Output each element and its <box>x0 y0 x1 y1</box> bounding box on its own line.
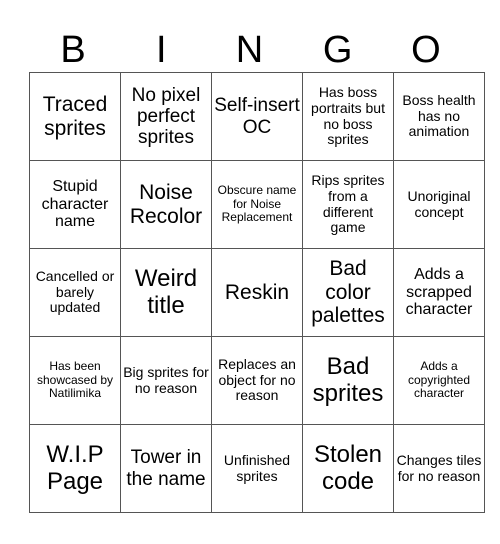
bingo-cell[interactable]: Bad sprites <box>302 336 394 425</box>
bingo-cell[interactable]: Stolen code <box>302 424 394 513</box>
bingo-cell[interactable]: Weird title <box>120 248 212 337</box>
bingo-cell[interactable]: Unoriginal concept <box>393 160 485 249</box>
bingo-header: B I N G O <box>29 28 470 72</box>
header-letter-n: N <box>235 29 264 71</box>
grid-row: Traced sprites No pixel perfect sprites … <box>29 72 485 161</box>
bingo-grid: Traced sprites No pixel perfect sprites … <box>29 72 485 513</box>
bingo-cell[interactable]: Obscure name for Noise Replacement <box>211 160 303 249</box>
bingo-cell[interactable]: W.I.P Page <box>29 424 121 513</box>
header-letter-o: O <box>411 29 441 71</box>
bingo-cell[interactable]: Adds a scrapped character <box>393 248 485 337</box>
bingo-cell[interactable]: Replaces an object for no reason <box>211 336 303 425</box>
grid-row: Has been showcased by Natilimika Big spr… <box>29 336 485 425</box>
grid-row: Stupid character name Noise Recolor Obsc… <box>29 160 485 249</box>
bingo-cell[interactable]: Self-insert OC <box>211 72 303 161</box>
bingo-cell[interactable]: Adds a copyrighted character <box>393 336 485 425</box>
bingo-cell[interactable]: No pixel perfect sprites <box>120 72 212 161</box>
bingo-cell[interactable]: Tower in the name <box>120 424 212 513</box>
grid-row: Cancelled or barely updated Weird title … <box>29 248 485 337</box>
bingo-cell[interactable]: Big sprites for no reason <box>120 336 212 425</box>
grid-row: W.I.P Page Tower in the name Unfinished … <box>29 424 485 513</box>
bingo-cell[interactable]: Has boss portraits but no boss sprites <box>302 72 394 161</box>
bingo-cell[interactable]: Rips sprites from a different game <box>302 160 394 249</box>
bingo-cell[interactable]: Changes tiles for no reason <box>393 424 485 513</box>
bingo-cell[interactable]: Reskin <box>211 248 303 337</box>
bingo-cell[interactable]: Stupid character name <box>29 160 121 249</box>
bingo-cell[interactable]: Boss health has no animation <box>393 72 485 161</box>
header-letter-i: I <box>156 29 167 71</box>
header-letter-g: G <box>322 29 353 71</box>
bingo-cell[interactable]: Has been showcased by Natilimika <box>29 336 121 425</box>
bingo-cell[interactable]: Cancelled or barely updated <box>29 248 121 337</box>
bingo-cell[interactable]: Unfinished sprites <box>211 424 303 513</box>
header-letter-b: B <box>60 29 86 71</box>
bingo-cell[interactable]: Noise Recolor <box>120 160 212 249</box>
bingo-cell[interactable]: Bad color palettes <box>302 248 394 337</box>
bingo-cell[interactable]: Traced sprites <box>29 72 121 161</box>
